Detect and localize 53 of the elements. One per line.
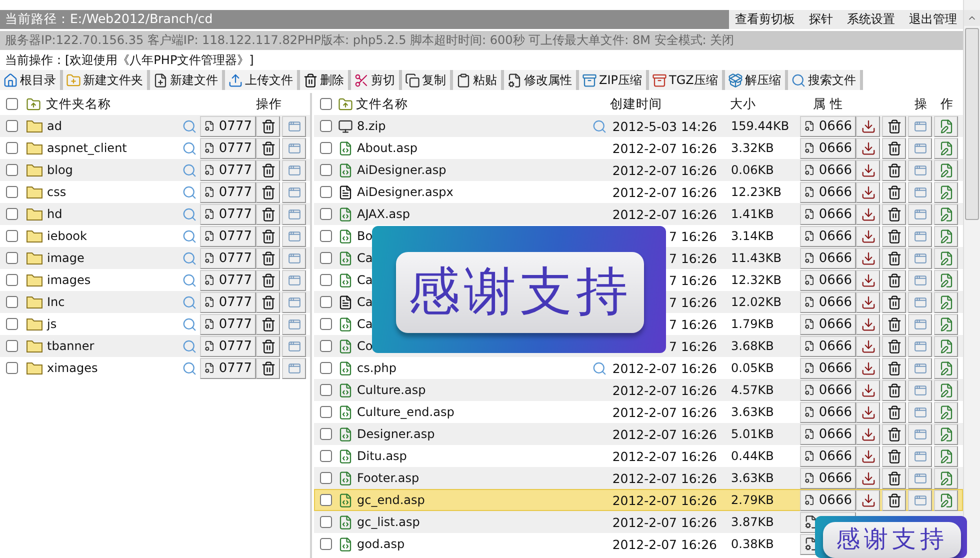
- file-size: 1.79KB: [730, 317, 775, 331]
- created-time: 2012-2-07 16:26: [612, 470, 717, 486]
- created-time: 2012-2-07 16:26: [612, 140, 717, 156]
- created-time: 7 16:26: [669, 272, 717, 288]
- file-size: 3.32KB: [730, 141, 775, 155]
- column-header: 文件夹名称: [46, 96, 111, 112]
- file-size: 0.44KB: [730, 449, 775, 463]
- created-time: 7 16:26: [669, 316, 717, 332]
- file-size: 0.38KB: [730, 537, 775, 551]
- created-time: 7 16:26: [669, 250, 717, 266]
- file-size: 5.01KB: [730, 427, 775, 441]
- created-time: 2012-2-07 16:26: [612, 536, 717, 552]
- current-path: 当前路径：E:/Web2012/Branch/cd: [0, 10, 730, 29]
- created-time: 2012-2-07 16:26: [612, 514, 717, 530]
- file-size: 3.68KB: [730, 339, 775, 353]
- file-size: 159.44KB: [730, 119, 790, 133]
- column-header: 文件名称: [356, 96, 408, 112]
- file-size: 12.02KB: [730, 295, 782, 309]
- created-time: 2012-2-07 16:26: [612, 404, 717, 420]
- current-action: 当前操作：[欢迎使用《八年PHP文件管理器》]: [4, 52, 255, 68]
- column-header: 大小: [730, 96, 756, 112]
- file-size: 3.87KB: [730, 515, 775, 529]
- created-time: 2012-2-07 16:26: [612, 492, 717, 508]
- column-header: 操: [914, 96, 928, 112]
- file-size: 12.23KB: [730, 185, 782, 199]
- created-time: 2012-2-07 16:26: [612, 360, 717, 376]
- created-time: 2012-2-07 16:26: [612, 382, 717, 398]
- column-header: 操作: [256, 96, 282, 112]
- file-size: 3.63KB: [730, 405, 775, 419]
- column-header: 作: [940, 96, 954, 112]
- created-time: 7 16:26: [669, 294, 717, 310]
- banner-label: 感谢支持: [396, 252, 644, 333]
- file-size: 2.79KB: [730, 493, 775, 507]
- column-header: 创建时间: [610, 96, 662, 112]
- file-size: 4.57KB: [730, 383, 775, 397]
- column-header: 属 性: [813, 96, 843, 112]
- file-size: 11.43KB: [730, 251, 782, 265]
- file-size: 1.41KB: [730, 207, 775, 221]
- file-size: 12.32KB: [730, 273, 782, 287]
- file-size: 0.05KB: [730, 361, 775, 375]
- file-size: 3.63KB: [730, 471, 775, 485]
- file-size: 0.06KB: [730, 163, 775, 177]
- banner-label: 感谢支持: [823, 522, 961, 558]
- created-time: 2012-2-07 16:26: [612, 162, 717, 178]
- created-time: 7 16:26: [669, 338, 717, 354]
- created-time: 2012-2-07 16:26: [612, 206, 717, 222]
- server-info: 服务器IP:122.70.156.35 客户端IP: 118.122.117.82PHP版本: php5.2.5 脚本超时时间: 600秒 可上传最大单文件: 8M 安全模式: 关闭: [0, 31, 964, 50]
- created-time: 2012-5-03 14:26: [612, 118, 717, 134]
- created-time: 2012-2-07 16:26: [612, 426, 717, 442]
- created-time: 7 16:26: [669, 228, 717, 244]
- file-size: 3.14KB: [730, 229, 775, 243]
- created-time: 2012-2-07 16:26: [612, 448, 717, 464]
- created-time: 2012-2-07 16:26: [612, 184, 717, 200]
